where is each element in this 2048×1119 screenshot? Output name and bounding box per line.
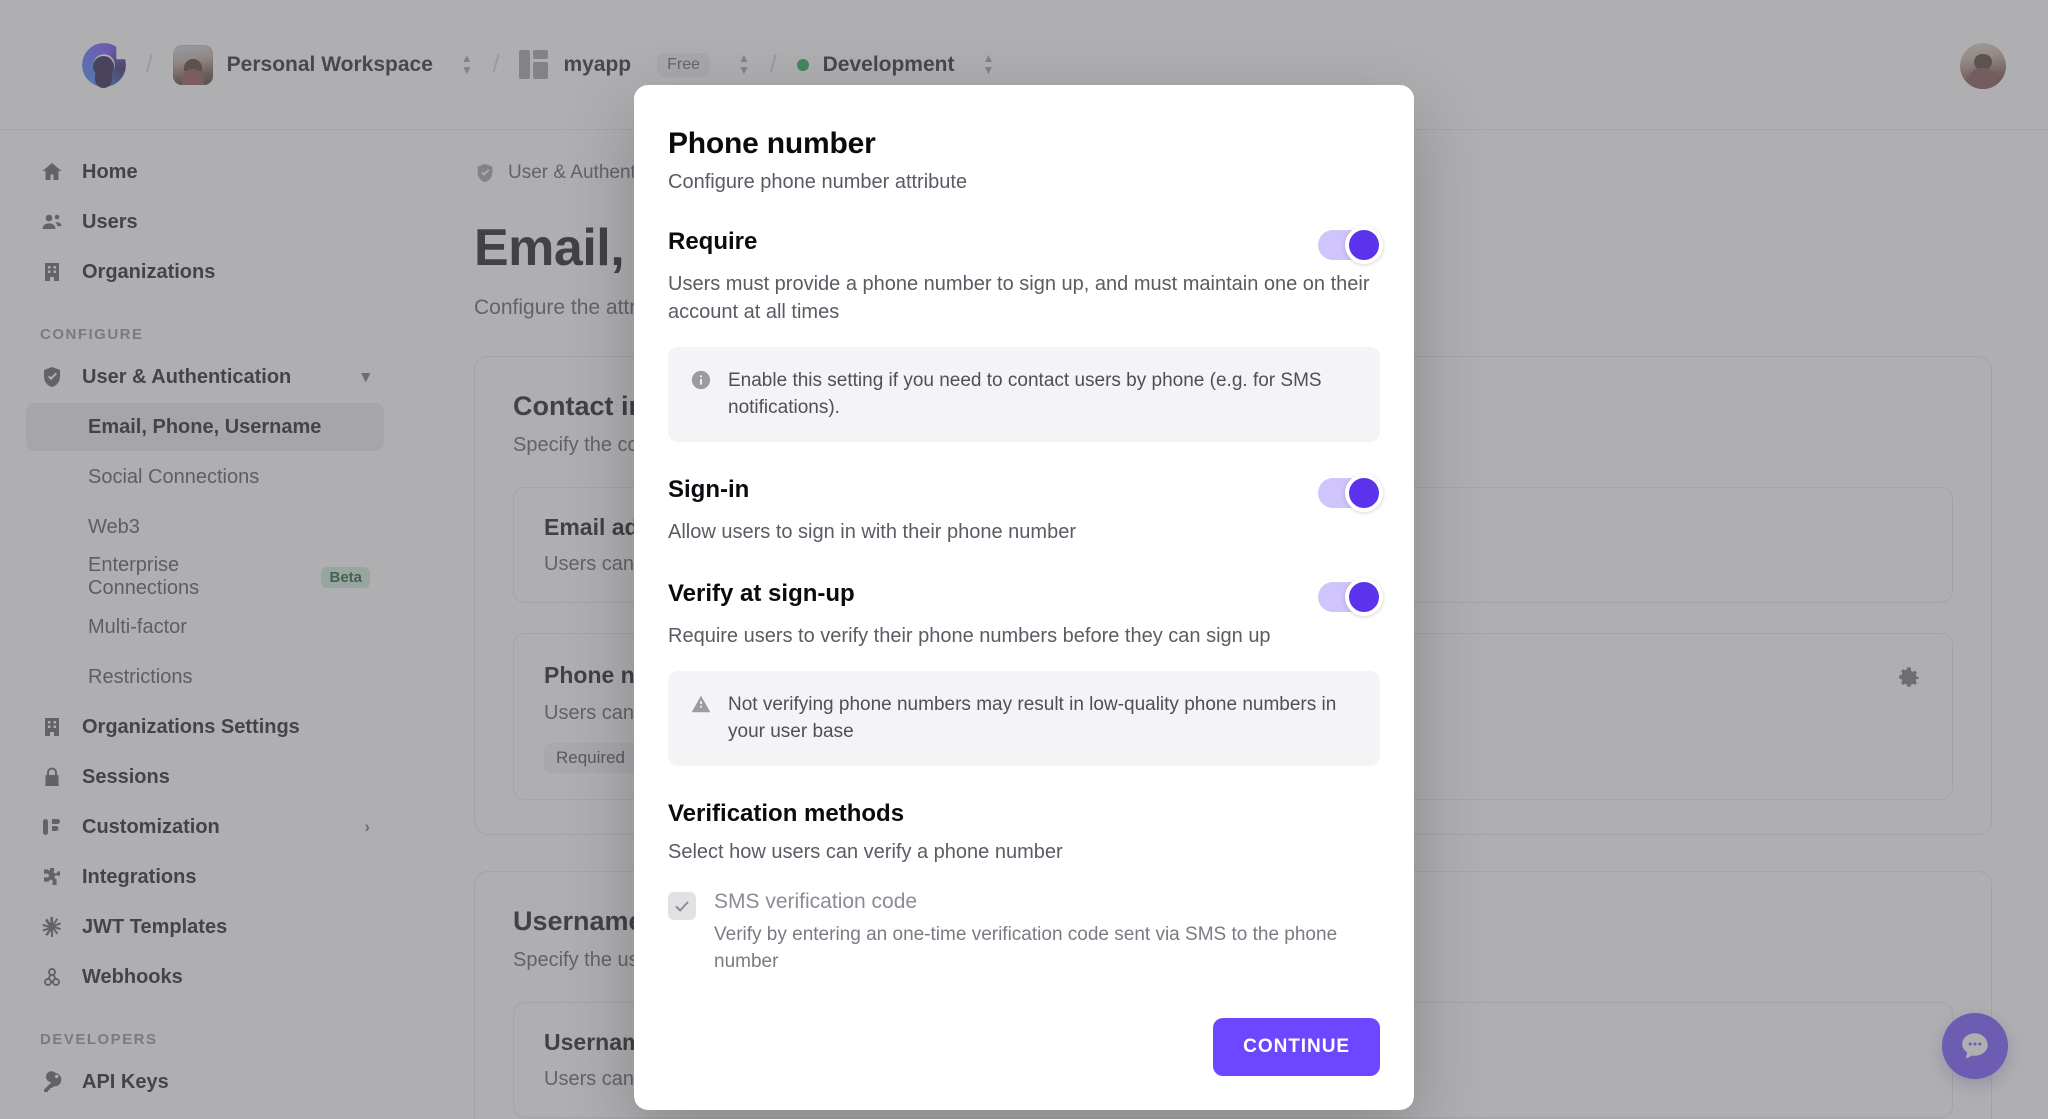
section-description: Allow users to sign in with their phone … [668, 520, 1076, 543]
section-description: Require users to verify their phone numb… [668, 625, 1271, 648]
sign-in-toggle[interactable] [1318, 473, 1383, 512]
sign-in-section: Sign-in Allow users to sign in with thei… [668, 473, 1383, 546]
warning-icon [691, 695, 711, 712]
modal-title: Phone number [668, 127, 876, 160]
screen-root: / Personal Workspace ▲▼ / myapp Free ▲▼ … [0, 0, 2048, 1119]
verification-methods-section: Verification methods Select how users ca… [668, 800, 1380, 976]
require-toggle[interactable] [1318, 226, 1383, 264]
warning-alert: Not verifying phone numbers may result i… [668, 670, 1380, 766]
alert-text: Enable this setting if you need to conta… [728, 369, 1322, 419]
option-label: SMS verification code [714, 890, 918, 914]
verify-at-signup-toggle[interactable] [1318, 578, 1383, 617]
info-icon [691, 370, 711, 389]
info-alert: Enable this setting if you need to conta… [668, 346, 1380, 442]
toggle-knob [1345, 578, 1383, 617]
phone-number-modal: Phone number Configure phone number attr… [634, 85, 1414, 1111]
sms-verification-checkbox [668, 892, 696, 921]
alert-text: Not verifying phone numbers may result i… [728, 693, 1337, 743]
section-description: Users must provide a phone number to sig… [668, 273, 1370, 324]
option-description: Verify by entering an one-time verificat… [714, 924, 1338, 973]
continue-button[interactable]: CONTINUE [1213, 1018, 1380, 1077]
section-heading: Verification methods [668, 799, 905, 827]
check-icon [675, 901, 689, 913]
modal-subtitle: Configure phone number attribute [668, 171, 968, 193]
section-description: Select how users can verify a phone numb… [668, 840, 1063, 863]
section-heading: Verify at sign-up [668, 580, 855, 608]
require-section: Require Users must provide a phone numbe… [668, 226, 1383, 442]
section-heading: Require [668, 228, 758, 255]
section-heading: Sign-in [668, 475, 750, 503]
toggle-knob [1345, 226, 1383, 264]
sms-verification-option[interactable]: SMS verification code Verify by entering… [668, 890, 1380, 976]
toggle-knob [1345, 473, 1383, 512]
verify-at-signup-section: Verify at sign-up Require users to verif… [668, 578, 1383, 766]
modal-footer: CONTINUE [668, 1018, 1380, 1077]
